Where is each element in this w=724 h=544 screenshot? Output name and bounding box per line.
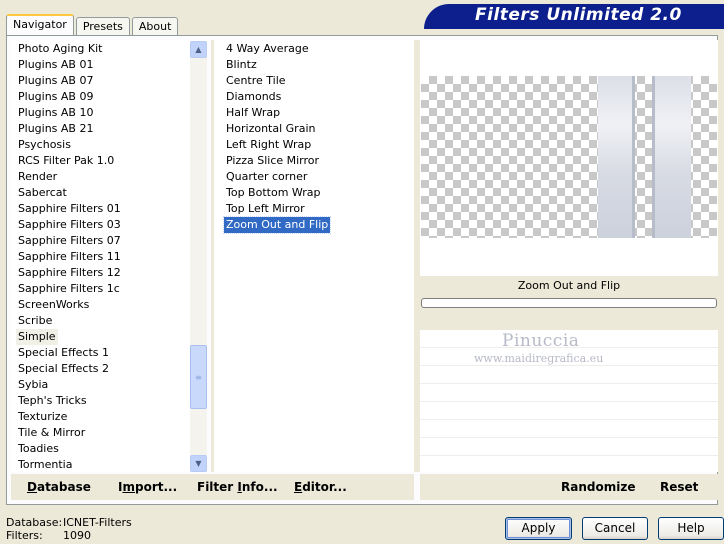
category-item[interactable]: Sybia [18, 377, 48, 393]
preview-button-bar: Randomize Reset [420, 474, 718, 500]
database-label: Database: [6, 516, 63, 529]
filter-item[interactable]: Centre Tile [226, 73, 286, 89]
category-item[interactable]: Render [18, 169, 57, 185]
database-info: Database:ICNET-Filters Filters: 1090 [6, 516, 132, 542]
category-item[interactable]: Simple [16, 329, 58, 345]
filter-item[interactable]: 4 Way Average [226, 41, 309, 57]
preview-stripe-edge [632, 76, 635, 238]
help-button[interactable]: Help [658, 517, 724, 540]
category-item[interactable]: Special Effects 1 [18, 345, 109, 361]
watermark-url: www.maidiregrafica.eu [474, 352, 604, 365]
filter-item[interactable]: Zoom Out and Flip [222, 216, 332, 234]
database-button[interactable]: Database [27, 480, 91, 494]
category-item[interactable]: Plugins AB 10 [18, 105, 93, 121]
preview-stripe [598, 76, 632, 238]
preview-stripe [655, 76, 691, 238]
parameter-row [420, 366, 718, 384]
cancel-button[interactable]: Cancel [582, 517, 648, 540]
filter-item[interactable]: Half Wrap [226, 105, 280, 121]
category-item[interactable]: Sapphire Filters 12 [18, 265, 121, 281]
scroll-thumb[interactable]: ≡ [190, 345, 207, 409]
parameter-row [420, 420, 718, 438]
category-item[interactable]: Plugins AB 01 [18, 57, 93, 73]
category-scrollbar[interactable]: ▲ ≡ ▼ [190, 41, 207, 472]
apply-button[interactable]: Apply [505, 517, 572, 540]
filter-item[interactable]: Pizza Slice Mirror [226, 153, 319, 169]
randomize-button[interactable]: Randomize [561, 480, 635, 494]
parameter-row [420, 384, 718, 402]
scroll-up-button[interactable]: ▲ [190, 41, 207, 58]
category-item[interactable]: Sabercat [18, 185, 67, 201]
category-item[interactable]: ScreenWorks [18, 297, 89, 313]
filter-item[interactable]: Left Right Wrap [226, 137, 311, 153]
filter-info-button[interactable]: Filter Info... [197, 480, 278, 494]
grip-icon: ≡ [195, 372, 202, 382]
database-value: ICNET-Filters [63, 516, 132, 529]
tab-about[interactable]: About [131, 17, 179, 35]
current-filter-label: Zoom Out and Flip [420, 276, 718, 296]
chevron-up-icon: ▲ [195, 45, 202, 54]
category-item[interactable]: RCS Filter Pak 1.0 [18, 153, 114, 169]
editor-button[interactable]: Editor... [294, 480, 347, 494]
category-item[interactable]: Sapphire Filters 03 [18, 217, 121, 233]
category-item[interactable]: Plugins AB 09 [18, 89, 93, 105]
category-item[interactable]: Teph's Tricks [18, 393, 87, 409]
category-item[interactable]: Photo Aging Kit [18, 41, 102, 57]
filter-item[interactable]: Top Bottom Wrap [226, 185, 321, 201]
parameter-row [420, 438, 718, 456]
tab-navigator[interactable]: Navigator [6, 14, 74, 35]
import-button[interactable]: Import... [118, 480, 177, 494]
category-item[interactable]: Special Effects 2 [18, 361, 109, 377]
preview-stripe-edge [652, 76, 655, 238]
category-item[interactable]: Toadies [18, 441, 59, 457]
filter-item[interactable]: Diamonds [226, 89, 281, 105]
filters-count-label: Filters: [6, 529, 43, 542]
parameter-row [420, 402, 718, 420]
filters-count-value: 1090 [63, 529, 91, 542]
category-item[interactable]: Sapphire Filters 07 [18, 233, 121, 249]
category-item[interactable]: Sapphire Filters 1c [18, 281, 120, 297]
category-item[interactable]: Sapphire Filters 01 [18, 201, 121, 217]
reset-button[interactable]: Reset [660, 480, 698, 494]
tab-strip: Navigator Presets About [6, 13, 180, 35]
category-item[interactable]: Psychosis [18, 137, 71, 153]
watermark-title: Pinuccia [502, 331, 580, 351]
category-item[interactable]: Plugins AB 07 [18, 73, 93, 89]
navigator-button-bar: Database Import... Filter Info... Editor… [11, 474, 414, 500]
tab-presets[interactable]: Presets [75, 17, 130, 35]
app-title: Filters Unlimited 2.0 [475, 5, 682, 25]
list-divider [211, 40, 214, 472]
filter-item[interactable]: Quarter corner [226, 169, 307, 185]
progress-bar [421, 298, 717, 308]
category-item[interactable]: Texturize [18, 409, 67, 425]
category-item[interactable]: Sapphire Filters 11 [18, 249, 121, 265]
filter-list[interactable]: 4 Way Average Blintz Centre Tile Diamonds Ha… [215, 40, 414, 472]
filter-item[interactable]: Top Left Mirror [226, 201, 305, 217]
chevron-down-icon: ▼ [195, 459, 202, 468]
category-item[interactable]: Tile & Mirror [18, 425, 85, 441]
filter-item[interactable]: Horizontal Grain [226, 121, 315, 137]
category-item[interactable]: Scribe [18, 313, 52, 329]
category-list[interactable]: Photo Aging Kit Plugins AB 01 Plugins AB 0… [11, 40, 207, 472]
scroll-down-button[interactable]: ▼ [190, 455, 207, 472]
filter-item[interactable]: Blintz [226, 57, 257, 73]
category-item[interactable]: Plugins AB 21 [18, 121, 93, 137]
category-item[interactable]: Tormentia [18, 457, 72, 472]
